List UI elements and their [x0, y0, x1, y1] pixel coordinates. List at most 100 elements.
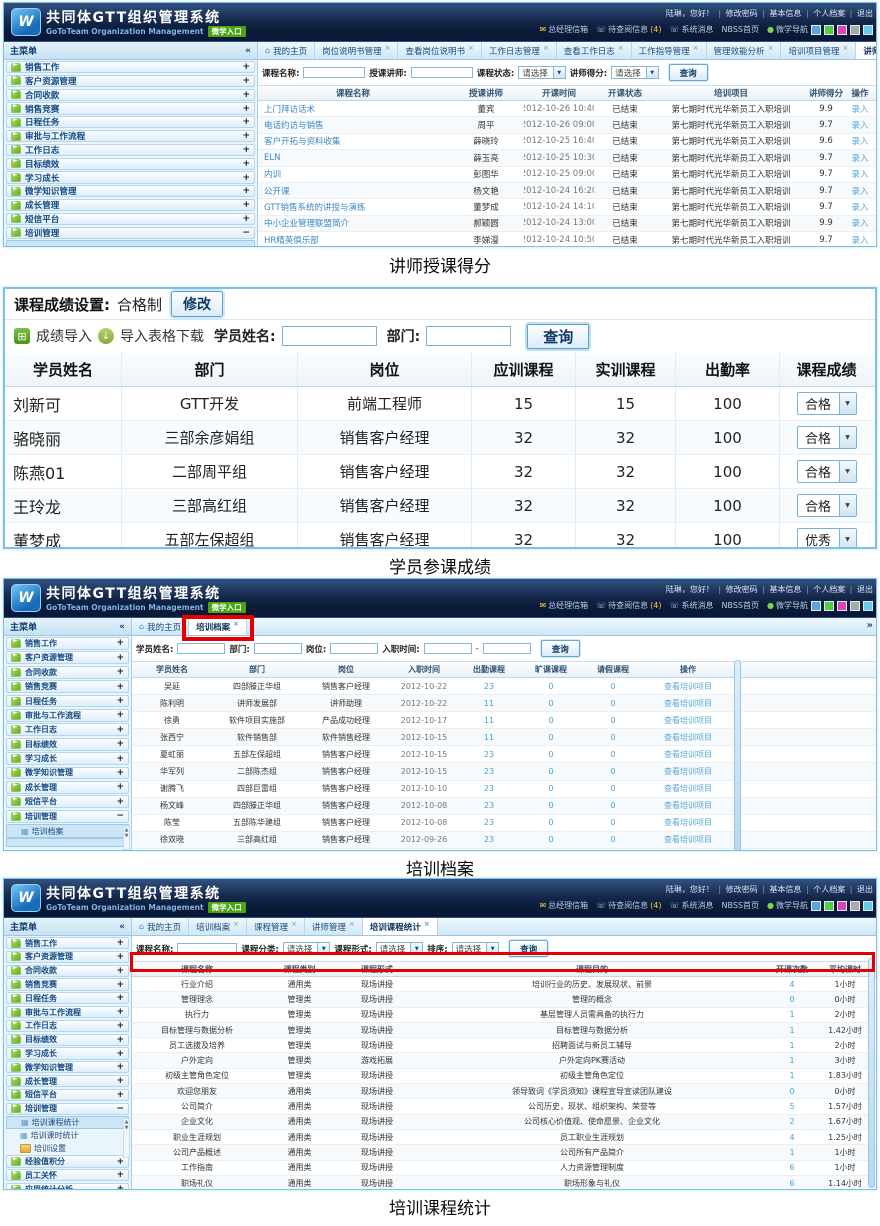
sidebar-item[interactable]: 客户资源管理+	[6, 75, 255, 87]
sidebar-item[interactable]: 销售竞赛+	[6, 680, 129, 693]
theme-square[interactable]	[811, 25, 821, 35]
expand-toggle-icon[interactable]: +	[242, 214, 250, 224]
sidebar-subitem[interactable]: ▦培训课程统计	[6, 1116, 129, 1129]
sidebar-item[interactable]: 审批与工作流程+	[6, 709, 129, 722]
action-link[interactable]: 录入	[846, 183, 874, 198]
expand-toggle-icon[interactable]: +	[116, 797, 124, 807]
expand-toggle-icon[interactable]: +	[242, 159, 250, 169]
quick-link[interactable]: ✉总经理信箱	[539, 900, 588, 911]
theme-square[interactable]	[837, 601, 847, 611]
tab-4[interactable]: 查看工作日志×	[557, 42, 632, 59]
sidebar-item[interactable]: 短信平台+	[6, 1089, 129, 1101]
expand-toggle-icon[interactable]: +	[116, 1007, 124, 1017]
action-link[interactable]: 录入	[846, 216, 874, 231]
micro-learning-badge[interactable]: 微学入口	[208, 602, 246, 613]
sidebar-item[interactable]: 销售工作+	[6, 937, 129, 949]
sidebar-item[interactable]: 成长管理+	[6, 781, 129, 794]
action-link[interactable]: 查看培训项目	[644, 849, 732, 851]
expand-toggle-icon[interactable]: +	[116, 696, 124, 706]
sidebar-item[interactable]: 日程任务+	[6, 695, 129, 708]
quick-link[interactable]: NBSS首页	[722, 600, 760, 611]
quick-link[interactable]: ☏待查阅信息(4)	[596, 24, 661, 35]
sidebar-item[interactable]: 培训管理−	[6, 1103, 129, 1115]
filter-input-to[interactable]	[483, 643, 531, 654]
expand-toggle-icon[interactable]: +	[242, 62, 250, 72]
sidebar-item[interactable]: 销售工作+	[6, 61, 255, 73]
action-link[interactable]: 查看培训项目	[644, 746, 732, 762]
quick-link[interactable]: NBSS首页	[722, 900, 760, 911]
tab-2[interactable]: 查看岗位说明书×	[398, 42, 481, 59]
theme-square[interactable]	[811, 901, 821, 911]
close-icon[interactable]: ×	[349, 920, 355, 928]
expand-toggle-icon[interactable]: +	[116, 1170, 124, 1180]
expand-toggle-icon[interactable]: +	[116, 1062, 124, 1072]
sidebar-item[interactable]: 销售竞赛+	[6, 978, 129, 990]
header-link[interactable]: 个人档案	[813, 585, 845, 594]
cell[interactable]: 客户开拓与资料收集	[258, 134, 448, 149]
sidebar-scrollbar[interactable]: ▲ ▼	[123, 1118, 130, 1158]
micro-learning-badge[interactable]: 微学入口	[208, 26, 246, 37]
sidebar-item[interactable]: 经验值积分+	[6, 1155, 129, 1167]
grade-select[interactable]: 合格▼	[797, 426, 857, 449]
collapse-toggle-icon[interactable]: −	[116, 1104, 124, 1114]
expand-toggle-icon[interactable]: +	[242, 173, 250, 183]
action-link[interactable]: 录入	[846, 134, 874, 149]
expand-toggle-icon[interactable]: +	[116, 653, 124, 663]
close-icon[interactable]: ×	[618, 44, 624, 52]
tab-7[interactable]: 培训项目管理×	[781, 42, 856, 59]
sidebar-item[interactable]: 微学知识管理+	[6, 1061, 129, 1073]
filter-input[interactable]	[411, 67, 473, 78]
theme-square[interactable]	[863, 601, 873, 611]
collapse-icon[interactable]: «	[119, 922, 125, 932]
query-button[interactable]: 查询	[541, 640, 580, 657]
tab-8[interactable]: 讲师授课得分×	[856, 42, 876, 59]
sidebar-item[interactable]: 员工关怀+	[6, 1169, 129, 1181]
expand-toggle-icon[interactable]: +	[116, 1035, 124, 1045]
tab-3[interactable]: 工作日志管理×	[482, 42, 557, 59]
header-link[interactable]: 基本信息	[769, 585, 801, 594]
cell[interactable]: 内训	[258, 167, 448, 182]
quick-link[interactable]: ●微学导航	[767, 600, 808, 611]
quick-link[interactable]: ✉总经理信箱	[539, 600, 588, 611]
quick-link[interactable]: ●微学导航	[767, 900, 808, 911]
expand-toggle-icon[interactable]: +	[116, 966, 124, 976]
sidebar-item[interactable]: 短信平台+	[6, 795, 129, 808]
tab-5[interactable]: 工作指导管理×	[632, 42, 707, 59]
import-grades-button[interactable]: 成绩导入	[36, 326, 92, 346]
quick-link[interactable]: ✉总经理信箱	[539, 24, 588, 35]
header-link[interactable]: 修改密码	[726, 885, 758, 894]
sidebar-item[interactable]: 短信平台+	[6, 213, 255, 225]
close-icon[interactable]: ×	[424, 920, 430, 928]
quick-link[interactable]: ☏系统消息	[670, 600, 714, 611]
sidebar-item[interactable]: 日程任务+	[6, 116, 255, 128]
theme-square[interactable]	[837, 25, 847, 35]
theme-square[interactable]	[824, 25, 834, 35]
header-link[interactable]: 个人档案	[813, 9, 845, 18]
sidebar-item[interactable]: 应用统计分析+	[6, 1183, 129, 1190]
action-link[interactable]: 录入	[846, 117, 874, 132]
quick-link[interactable]: ●微学导航	[767, 24, 808, 35]
sidebar-item[interactable]: 审批与工作流程+	[6, 1006, 129, 1018]
expand-toggle-icon[interactable]: +	[116, 725, 124, 735]
action-link[interactable]: 查看培训项目	[644, 729, 732, 745]
expand-toggle-icon[interactable]: +	[116, 782, 124, 792]
quick-link[interactable]: ☏待查阅信息(4)	[596, 900, 661, 911]
expand-toggle-icon[interactable]: +	[116, 1021, 124, 1031]
sidebar-item[interactable]: 目标绩效+	[6, 1034, 129, 1046]
sidebar-item[interactable]: 微学知识管理+	[6, 185, 255, 197]
tab-3[interactable]: 讲师管理×	[305, 918, 363, 935]
sidebar-item[interactable]: 日程任务+	[6, 992, 129, 1004]
collapse-icon[interactable]: «	[119, 622, 125, 632]
close-icon[interactable]: ×	[693, 44, 699, 52]
header-link[interactable]: 修改密码	[726, 9, 758, 18]
tab-0[interactable]: ⌂我的主页	[132, 618, 189, 635]
expand-toggle-icon[interactable]: +	[116, 1049, 124, 1059]
sidebar-item[interactable]: 审批与工作流程+	[6, 130, 255, 142]
query-button[interactable]: 查询	[669, 64, 708, 81]
grade-select[interactable]: 合格▼	[797, 460, 857, 483]
tab-2[interactable]: 课程管理×	[247, 918, 305, 935]
sidebar-item[interactable]: 成长管理+	[6, 1075, 129, 1087]
sidebar-item[interactable]: 合同收款+	[6, 965, 129, 977]
theme-square[interactable]	[850, 901, 860, 911]
close-icon[interactable]: ×	[842, 44, 848, 52]
